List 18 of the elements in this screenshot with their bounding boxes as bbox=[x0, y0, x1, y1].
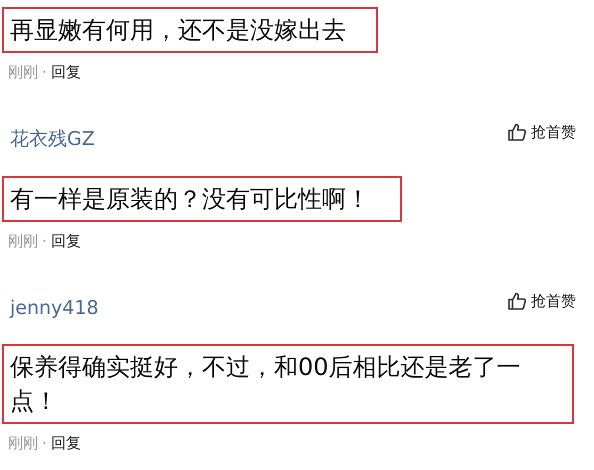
like-button[interactable]: 抢首赞 bbox=[507, 121, 576, 144]
like-button[interactable]: 抢首赞 bbox=[507, 290, 576, 312]
comment-author[interactable]: 花衣残GZ bbox=[10, 125, 95, 154]
comment-time: 刚刚 bbox=[8, 433, 38, 454]
comment-author[interactable]: jenny418 bbox=[10, 294, 99, 322]
reply-link[interactable]: 回复 bbox=[50, 61, 81, 84]
comment-text: 再显嫩有何用，还不是没嫁出去 bbox=[2, 7, 378, 53]
thumbs-up-icon bbox=[507, 122, 527, 142]
separator-dot: · bbox=[42, 230, 47, 252]
comment-time: 刚刚 bbox=[8, 230, 38, 252]
comment-time: 刚刚 bbox=[8, 62, 38, 83]
comment-text: 有一样是原装的？没有可比性啊！ bbox=[2, 176, 402, 222]
comment-text: 保养得确实挺好，不过，和00后相比还是老了一点！ bbox=[2, 344, 574, 424]
reply-link[interactable]: 回复 bbox=[50, 230, 81, 252]
separator-dot: · bbox=[42, 433, 47, 454]
thumbs-up-icon bbox=[507, 290, 527, 311]
separator-dot: · bbox=[42, 62, 47, 83]
reply-link[interactable]: 回复 bbox=[50, 432, 81, 454]
